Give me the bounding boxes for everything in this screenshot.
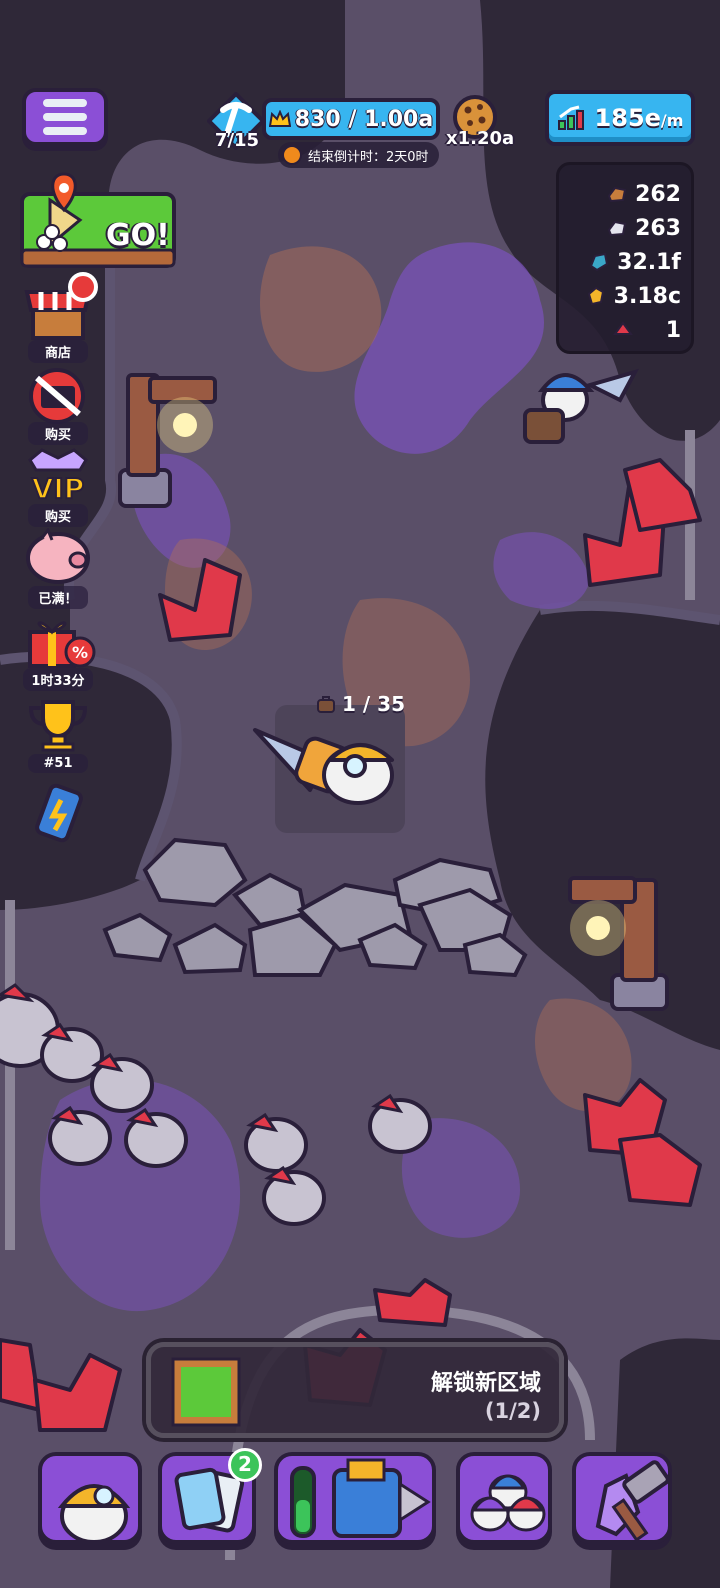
sidebar-label-buy: 购买	[28, 422, 88, 445]
sidebar-item-piggy-bank[interactable]: 已满！	[18, 528, 98, 609]
menu-bar	[43, 127, 87, 135]
sidebar-item-energy-drink[interactable]	[18, 782, 98, 844]
svg-text:VIP: VIP	[32, 472, 85, 505]
notification-dot	[68, 272, 98, 302]
menu-bar	[43, 99, 87, 107]
energy-drink-icon	[35, 783, 83, 843]
sidebar-label-buy: 购买	[28, 504, 88, 527]
nav-miner-button[interactable]	[38, 1452, 142, 1544]
game-stage[interactable]: 7/15 830 / 1.00a 结束倒计时：2天0时 x1.20a 185e/…	[0, 0, 720, 1588]
sidebar-item-leaderboard[interactable]: #51	[18, 698, 98, 773]
income-chart-icon	[557, 105, 584, 130]
crown-value: 830 / 1.00a	[294, 106, 434, 132]
unlock-progress: (1/2)	[484, 1399, 541, 1423]
resource-row: 32.1f	[559, 245, 681, 279]
svg-text:%: %	[72, 643, 88, 662]
resource-row: 1	[559, 313, 681, 347]
resource-value: 32.1f	[617, 249, 681, 275]
income-rate-unit: /m	[660, 111, 684, 130]
bag-icon	[317, 696, 335, 713]
unlock-title: 解锁新区域	[430, 1371, 541, 1396]
sidebar-item-no-ads[interactable]: 购买	[18, 364, 98, 445]
sidebar-item-gift-sale[interactable]: % 1时33分	[18, 610, 98, 691]
income-rate-value: 185e	[594, 104, 661, 132]
resource-value: 3.18c	[613, 283, 681, 309]
gold-ore-icon	[587, 286, 604, 306]
income-rate-button[interactable]: 185e/m	[545, 90, 695, 146]
sidebar-label-rank: #51	[28, 754, 88, 773]
red-gem-icon	[613, 321, 633, 335]
miners-team-icon	[470, 1474, 546, 1532]
menu-bar	[43, 113, 87, 121]
map-go-button[interactable]: GO!	[20, 170, 176, 270]
unlock-area-banner[interactable]: 解锁新区域 (1/2)	[146, 1342, 564, 1438]
resource-value: 263	[635, 215, 681, 241]
resource-value: 1	[665, 317, 681, 343]
drill-capacity-value: 1 / 35	[342, 692, 405, 716]
vip-icon: VIP	[28, 448, 88, 506]
clock-icon	[282, 145, 302, 165]
bronze-ore-icon	[607, 186, 627, 203]
nav-miners-team-button[interactable]	[456, 1452, 552, 1544]
sidebar-label-timer: 1时33分	[23, 668, 93, 691]
piggy-bank-icon	[26, 528, 90, 584]
pickaxe-count: 7/15	[214, 130, 260, 151]
sidebar-label-piggy: 已满！	[28, 586, 88, 609]
countdown-text: 结束倒计时：2天0时	[308, 149, 429, 165]
resource-row: 263	[559, 211, 681, 245]
go-label: GO!	[106, 218, 170, 253]
sidebar-item-vip[interactable]: VIP 购买	[18, 446, 98, 527]
resource-row: 3.18c	[559, 279, 681, 313]
gift-sale-icon: %	[28, 621, 96, 668]
trophy-icon	[28, 700, 88, 752]
no-ads-icon	[29, 368, 85, 424]
resources-panel[interactable]: 262 263 32.1f 3.18c 1	[556, 162, 694, 354]
silver-ore-icon	[607, 220, 627, 237]
crown-progress-bar[interactable]: 830 / 1.00a	[262, 98, 440, 140]
sidebar-label-shop: 商店	[28, 340, 88, 363]
area-map-icon	[171, 1357, 241, 1427]
resource-value: 262	[635, 181, 681, 207]
nav-crafting-button[interactable]	[572, 1452, 672, 1544]
main-menu-button[interactable]	[22, 88, 108, 146]
nav-drill-upgrade-button[interactable]	[274, 1452, 436, 1544]
hammer-crystal-icon	[595, 1460, 668, 1540]
drill-capacity: 1 / 35	[316, 692, 405, 716]
resource-row: 262	[559, 177, 681, 211]
cards-badge: 2	[228, 1448, 262, 1482]
event-countdown: 结束倒计时：2天0时	[278, 142, 439, 168]
crown-icon	[268, 110, 291, 127]
cookie-multiplier: x1.20a	[446, 128, 515, 149]
blue-crystal-icon	[589, 252, 609, 272]
miner-icon	[57, 1484, 131, 1540]
drill-upgrade-icon	[290, 1458, 431, 1538]
